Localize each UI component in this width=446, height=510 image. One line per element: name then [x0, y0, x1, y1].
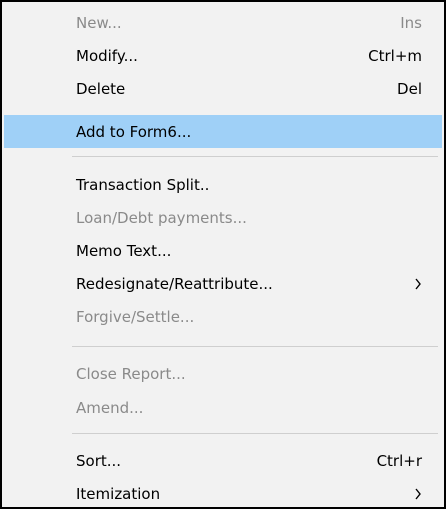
- menu-item-close-report[interactable]: Close Report...: [4, 357, 442, 390]
- menu-separator: [72, 346, 438, 347]
- menu-item-add-to-form6[interactable]: Add to Form6...: [4, 115, 442, 148]
- menu-item-label: Add to Form6...: [76, 122, 192, 141]
- menu-item-label: Close Report...: [76, 364, 186, 383]
- menu-item-label: Redesignate/Reattribute...: [76, 274, 273, 293]
- menu-item-delete[interactable]: Delete Del: [4, 72, 442, 105]
- menu-item-label: New...: [76, 13, 122, 32]
- context-menu: New... Ins Modify... Ctrl+m Delete Del A…: [0, 0, 446, 509]
- menu-item-sort[interactable]: Sort... Ctrl+r: [4, 444, 442, 477]
- menu-item-memo-text[interactable]: Memo Text...: [4, 234, 442, 267]
- menu-item-amend[interactable]: Amend...: [4, 391, 442, 424]
- menu-item-redesignate-reattribute[interactable]: Redesignate/Reattribute...: [4, 267, 442, 300]
- menu-item-label: Itemization: [76, 484, 161, 503]
- menu-item-label: Transaction Split..: [76, 175, 210, 194]
- chevron-right-icon: [412, 488, 424, 500]
- menu-item-itemization[interactable]: Itemization: [4, 477, 442, 510]
- menu-item-shortcut: Del: [397, 79, 422, 98]
- menu-separator: [72, 156, 438, 157]
- menu-item-modify[interactable]: Modify... Ctrl+m: [4, 39, 442, 72]
- menu-item-label: Forgive/Settle...: [76, 307, 195, 326]
- menu-item-label: Delete: [76, 79, 126, 98]
- menu-item-forgive-settle[interactable]: Forgive/Settle...: [4, 300, 442, 333]
- menu-item-loan-debt-payments[interactable]: Loan/Debt payments...: [4, 201, 442, 234]
- menu-item-label: Amend...: [76, 398, 144, 417]
- menu-item-label: Loan/Debt payments...: [76, 208, 247, 227]
- menu-item-label: Memo Text...: [76, 241, 172, 260]
- menu-item-shortcut: Ctrl+r: [376, 451, 422, 470]
- menu-item-new[interactable]: New... Ins: [4, 6, 442, 39]
- menu-item-transaction-split[interactable]: Transaction Split..: [4, 168, 442, 201]
- menu-item-shortcut: Ctrl+m: [368, 46, 422, 65]
- menu-item-label: Modify...: [76, 46, 138, 65]
- menu-item-shortcut: Ins: [400, 13, 422, 32]
- menu-separator: [72, 433, 438, 434]
- chevron-right-icon: [412, 278, 424, 290]
- menu-item-label: Sort...: [76, 451, 122, 470]
